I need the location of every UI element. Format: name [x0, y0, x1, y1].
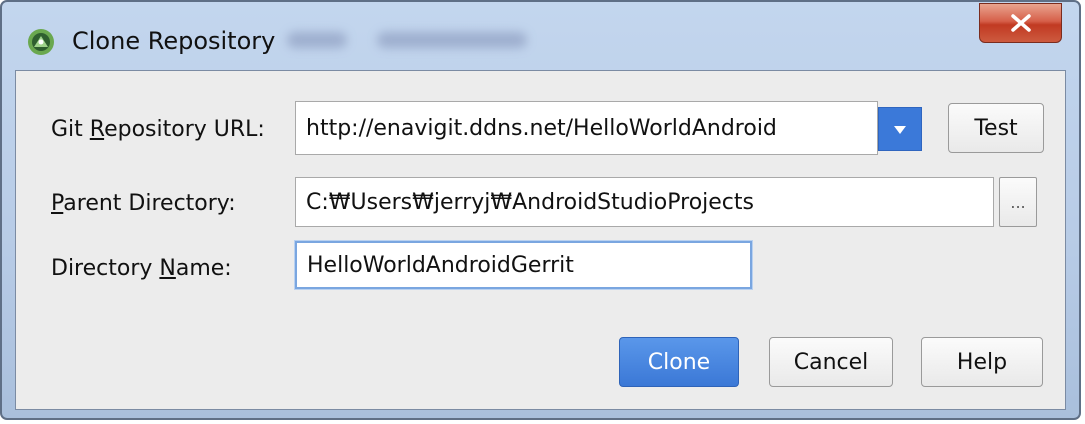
parent-dir-label: Parent Directory:: [51, 191, 236, 216]
dir-name-label: Directory Name:: [51, 256, 232, 281]
repo-url-label: Git Repository URL:: [51, 117, 265, 142]
window-title: Clone Repository: [72, 27, 276, 55]
dialog-body: Git Repository URL: http://enavigit.ddns…: [15, 70, 1066, 410]
parent-dir-field[interactable]: C:₩Users₩jerryj₩AndroidStudioProjects: [295, 177, 994, 227]
blurred-background: [377, 32, 527, 48]
close-button[interactable]: [979, 3, 1062, 43]
browse-button[interactable]: ...: [999, 177, 1037, 227]
help-button[interactable]: Help: [921, 337, 1043, 387]
test-button[interactable]: Test: [948, 103, 1044, 153]
blurred-background: [287, 32, 347, 48]
android-studio-icon: [26, 27, 56, 57]
repo-url-value: http://enavigit.ddns.net/HelloWorldAndro…: [306, 115, 777, 141]
repo-url-dropdown-button[interactable]: [878, 107, 922, 151]
repo-url-combo[interactable]: http://enavigit.ddns.net/HelloWorldAndro…: [295, 101, 878, 155]
close-icon: [1010, 14, 1032, 32]
dir-name-value: HelloWorldAndroidGerrit: [307, 252, 574, 278]
chevron-down-icon: [893, 120, 907, 139]
dir-name-input[interactable]: HelloWorldAndroidGerrit: [295, 241, 752, 289]
clone-repository-dialog: Clone Repository Git Repository URL: htt…: [0, 0, 1081, 420]
parent-dir-value: C:₩Users₩jerryj₩AndroidStudioProjects: [306, 189, 754, 215]
clone-button[interactable]: Clone: [619, 337, 739, 387]
cancel-button[interactable]: Cancel: [769, 337, 893, 387]
